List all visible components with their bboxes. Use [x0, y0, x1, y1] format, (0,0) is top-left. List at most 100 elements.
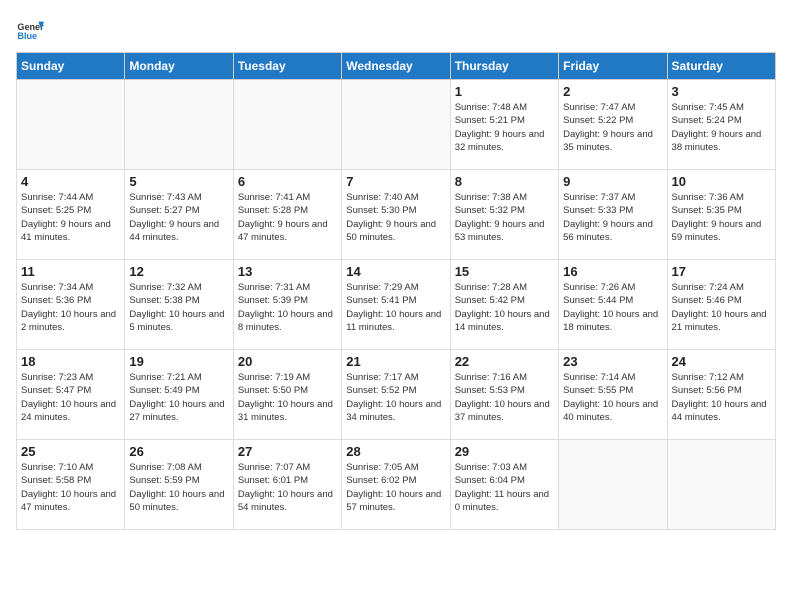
calendar-cell: 28 Sunrise: 7:05 AM Sunset: 6:02 PM Dayli…: [342, 440, 450, 530]
day-info: Sunrise: 7:28 AM Sunset: 5:42 PM Dayligh…: [455, 281, 554, 334]
calendar-cell: 8 Sunrise: 7:38 AM Sunset: 5:32 PM Daylig…: [450, 170, 558, 260]
day-info: Sunrise: 7:26 AM Sunset: 5:44 PM Dayligh…: [563, 281, 662, 334]
calendar-table: SundayMondayTuesdayWednesdayThursdayFrid…: [16, 52, 776, 530]
calendar-week-row: 18 Sunrise: 7:23 AM Sunset: 5:47 PM Dayli…: [17, 350, 776, 440]
calendar-cell: 6 Sunrise: 7:41 AM Sunset: 5:28 PM Daylig…: [233, 170, 341, 260]
day-info: Sunrise: 7:12 AM Sunset: 5:56 PM Dayligh…: [672, 371, 771, 424]
weekday-header-tuesday: Tuesday: [233, 53, 341, 80]
calendar-cell: 22 Sunrise: 7:16 AM Sunset: 5:53 PM Dayli…: [450, 350, 558, 440]
day-number: 1: [455, 84, 554, 99]
day-info: Sunrise: 7:40 AM Sunset: 5:30 PM Dayligh…: [346, 191, 445, 244]
calendar-week-row: 4 Sunrise: 7:44 AM Sunset: 5:25 PM Daylig…: [17, 170, 776, 260]
day-info: Sunrise: 7:34 AM Sunset: 5:36 PM Dayligh…: [21, 281, 120, 334]
calendar-cell: 9 Sunrise: 7:37 AM Sunset: 5:33 PM Daylig…: [559, 170, 667, 260]
day-info: Sunrise: 7:16 AM Sunset: 5:53 PM Dayligh…: [455, 371, 554, 424]
day-number: 9: [563, 174, 662, 189]
day-number: 5: [129, 174, 228, 189]
weekday-header-thursday: Thursday: [450, 53, 558, 80]
calendar-cell: 11 Sunrise: 7:34 AM Sunset: 5:36 PM Dayli…: [17, 260, 125, 350]
calendar-cell: [17, 80, 125, 170]
calendar-week-row: 11 Sunrise: 7:34 AM Sunset: 5:36 PM Dayli…: [17, 260, 776, 350]
day-number: 18: [21, 354, 120, 369]
calendar-cell: 4 Sunrise: 7:44 AM Sunset: 5:25 PM Daylig…: [17, 170, 125, 260]
day-number: 25: [21, 444, 120, 459]
day-info: Sunrise: 7:10 AM Sunset: 5:58 PM Dayligh…: [21, 461, 120, 514]
calendar-cell: 20 Sunrise: 7:19 AM Sunset: 5:50 PM Dayli…: [233, 350, 341, 440]
calendar-cell: 13 Sunrise: 7:31 AM Sunset: 5:39 PM Dayli…: [233, 260, 341, 350]
day-number: 14: [346, 264, 445, 279]
calendar-cell: 26 Sunrise: 7:08 AM Sunset: 5:59 PM Dayli…: [125, 440, 233, 530]
day-info: Sunrise: 7:43 AM Sunset: 5:27 PM Dayligh…: [129, 191, 228, 244]
day-info: Sunrise: 7:17 AM Sunset: 5:52 PM Dayligh…: [346, 371, 445, 424]
day-number: 8: [455, 174, 554, 189]
day-number: 11: [21, 264, 120, 279]
calendar-cell: 25 Sunrise: 7:10 AM Sunset: 5:58 PM Dayli…: [17, 440, 125, 530]
day-number: 28: [346, 444, 445, 459]
calendar-cell: 3 Sunrise: 7:45 AM Sunset: 5:24 PM Daylig…: [667, 80, 775, 170]
svg-text:Blue: Blue: [17, 31, 37, 41]
day-info: Sunrise: 7:03 AM Sunset: 6:04 PM Dayligh…: [455, 461, 554, 514]
day-number: 7: [346, 174, 445, 189]
page-header: General Blue: [16, 16, 776, 44]
day-info: Sunrise: 7:23 AM Sunset: 5:47 PM Dayligh…: [21, 371, 120, 424]
calendar-cell: [125, 80, 233, 170]
day-number: 22: [455, 354, 554, 369]
calendar-cell: 27Sunrise: 7:07 AM Sunset: 6:01 PM Dayli…: [233, 440, 341, 530]
day-info: Sunrise: 7:14 AM Sunset: 5:55 PM Dayligh…: [563, 371, 662, 424]
day-info: Sunrise: 7:32 AM Sunset: 5:38 PM Dayligh…: [129, 281, 228, 334]
calendar-cell: 14 Sunrise: 7:29 AM Sunset: 5:41 PM Dayli…: [342, 260, 450, 350]
day-info: Sunrise: 7:47 AM Sunset: 5:22 PM Dayligh…: [563, 101, 662, 154]
day-number: 21: [346, 354, 445, 369]
day-number: 24: [672, 354, 771, 369]
day-info: Sunrise: 7:24 AM Sunset: 5:46 PM Dayligh…: [672, 281, 771, 334]
day-info: Sunrise: 7:08 AM Sunset: 5:59 PM Dayligh…: [129, 461, 228, 514]
calendar-cell: 19 Sunrise: 7:21 AM Sunset: 5:49 PM Dayli…: [125, 350, 233, 440]
calendar-cell: 24 Sunrise: 7:12 AM Sunset: 5:56 PM Dayli…: [667, 350, 775, 440]
day-number: 16: [563, 264, 662, 279]
calendar-cell: 12 Sunrise: 7:32 AM Sunset: 5:38 PM Dayli…: [125, 260, 233, 350]
weekday-header-wednesday: Wednesday: [342, 53, 450, 80]
day-info: Sunrise: 7:38 AM Sunset: 5:32 PM Dayligh…: [455, 191, 554, 244]
day-info: Sunrise: 7:31 AM Sunset: 5:39 PM Dayligh…: [238, 281, 337, 334]
day-number: 19: [129, 354, 228, 369]
weekday-header-sunday: Sunday: [17, 53, 125, 80]
day-number: 26: [129, 444, 228, 459]
calendar-cell: 7 Sunrise: 7:40 AM Sunset: 5:30 PM Daylig…: [342, 170, 450, 260]
day-number: 4: [21, 174, 120, 189]
calendar-cell: 2 Sunrise: 7:47 AM Sunset: 5:22 PM Daylig…: [559, 80, 667, 170]
logo: General Blue: [16, 16, 48, 44]
day-number: 23: [563, 354, 662, 369]
day-info: Sunrise: 7:45 AM Sunset: 5:24 PM Dayligh…: [672, 101, 771, 154]
day-number: 10: [672, 174, 771, 189]
calendar-cell: [559, 440, 667, 530]
day-number: 27: [238, 444, 337, 459]
day-info: Sunrise: 7:48 AM Sunset: 5:21 PM Dayligh…: [455, 101, 554, 154]
day-info: Sunrise: 7:19 AM Sunset: 5:50 PM Dayligh…: [238, 371, 337, 424]
day-info: Sunrise: 7:44 AM Sunset: 5:25 PM Dayligh…: [21, 191, 120, 244]
calendar-cell: [667, 440, 775, 530]
calendar-cell: 15Sunrise: 7:28 AM Sunset: 5:42 PM Dayli…: [450, 260, 558, 350]
day-info: Sunrise: 7:05 AM Sunset: 6:02 PM Dayligh…: [346, 461, 445, 514]
day-number: 3: [672, 84, 771, 99]
day-number: 20: [238, 354, 337, 369]
day-info: Sunrise: 7:36 AM Sunset: 5:35 PM Dayligh…: [672, 191, 771, 244]
calendar-cell: 17Sunrise: 7:24 AM Sunset: 5:46 PM Dayli…: [667, 260, 775, 350]
day-info: Sunrise: 7:21 AM Sunset: 5:49 PM Dayligh…: [129, 371, 228, 424]
day-number: 2: [563, 84, 662, 99]
day-number: 13: [238, 264, 337, 279]
day-number: 6: [238, 174, 337, 189]
day-info: Sunrise: 7:37 AM Sunset: 5:33 PM Dayligh…: [563, 191, 662, 244]
logo-icon: General Blue: [16, 16, 44, 44]
day-info: Sunrise: 7:41 AM Sunset: 5:28 PM Dayligh…: [238, 191, 337, 244]
day-info: Sunrise: 7:29 AM Sunset: 5:41 PM Dayligh…: [346, 281, 445, 334]
calendar-cell: 10 Sunrise: 7:36 AM Sunset: 5:35 PM Dayli…: [667, 170, 775, 260]
weekday-header-friday: Friday: [559, 53, 667, 80]
calendar-week-row: 1 Sunrise: 7:48 AM Sunset: 5:21 PM Daylig…: [17, 80, 776, 170]
calendar-cell: 29 Sunrise: 7:03 AM Sunset: 6:04 PM Dayli…: [450, 440, 558, 530]
calendar-cell: 18 Sunrise: 7:23 AM Sunset: 5:47 PM Dayli…: [17, 350, 125, 440]
calendar-cell: 21 Sunrise: 7:17 AM Sunset: 5:52 PM Dayli…: [342, 350, 450, 440]
calendar-cell: 23 Sunrise: 7:14 AM Sunset: 5:55 PM Dayli…: [559, 350, 667, 440]
calendar-cell: 5 Sunrise: 7:43 AM Sunset: 5:27 PM Daylig…: [125, 170, 233, 260]
day-number: 12: [129, 264, 228, 279]
day-number: 29: [455, 444, 554, 459]
